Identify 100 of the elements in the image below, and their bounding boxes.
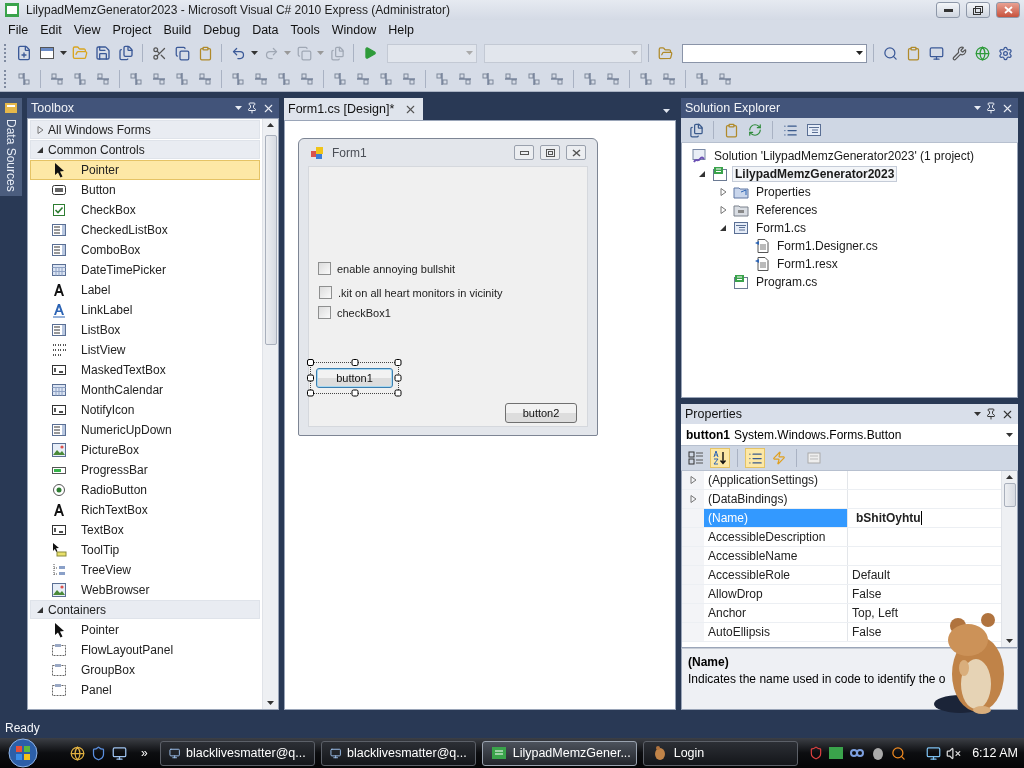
checkbox[interactable] <box>319 286 332 299</box>
taskbar-button[interactable]: blacklivesmatter@q... <box>320 740 476 766</box>
expander-icon[interactable] <box>698 170 706 178</box>
toolbox-item[interactable]: FlowLayoutPanel <box>30 640 260 660</box>
layout-icon <box>401 70 417 87</box>
tree-item[interactable]: LilypadMemzGenerator2023 <box>732 166 898 182</box>
menu-item[interactable]: Build <box>157 20 198 40</box>
form-icon <box>310 144 326 161</box>
menu-item[interactable]: File <box>2 20 35 40</box>
toolbox-group-header[interactable]: Common Controls <box>30 140 260 159</box>
expander-icon[interactable] <box>37 145 44 154</box>
checkbox[interactable] <box>318 306 331 319</box>
tree-item[interactable]: Program.cs <box>753 274 821 290</box>
scroll-thumb[interactable] <box>264 135 277 345</box>
toolbox-item[interactable]: CheckedListBox <box>30 220 260 240</box>
toolbox-item[interactable]: TextBox <box>30 520 260 540</box>
tree-item[interactable]: Properties <box>753 184 814 200</box>
tree-item[interactable]: Form1.resx <box>774 256 841 272</box>
tree-item[interactable]: Form1.Designer.cs <box>774 238 881 254</box>
browser-icon[interactable] <box>70 745 85 761</box>
property-value-field[interactable]: bShitOyhtu <box>852 511 922 525</box>
minimize-button[interactable] <box>936 2 960 18</box>
close-button[interactable] <box>996 2 1020 18</box>
taskbar-button[interactable]: Login <box>642 740 798 766</box>
menu-item[interactable]: Data <box>246 20 285 40</box>
tree-item[interactable]: Form1.cs <box>753 220 809 236</box>
start-orb-button[interactable] <box>6 738 40 768</box>
toolbox-item[interactable]: ListBox <box>30 320 260 340</box>
toolbox-item[interactable]: MaskedTextBox <box>30 360 260 380</box>
search-icon[interactable] <box>891 745 907 761</box>
menu-item[interactable]: Help <box>382 20 420 40</box>
toolbox-item[interactable]: Pointer <box>30 620 260 640</box>
side-tab[interactable]: Data Sources <box>0 98 22 196</box>
layout-icon <box>694 70 710 87</box>
toolbox-item[interactable]: LinkLabel <box>30 300 260 320</box>
toolbox-item[interactable]: NotifyIcon <box>30 400 260 420</box>
desktop-icon[interactable] <box>112 745 127 761</box>
pin-icon[interactable] <box>985 408 997 420</box>
toolbox-item[interactable]: Panel <box>30 680 260 700</box>
toolbox-item[interactable]: ProgressBar <box>30 460 260 480</box>
form-button[interactable]: button1 <box>316 368 393 388</box>
tree-item[interactable]: References <box>753 202 821 218</box>
checkbox[interactable] <box>318 262 331 275</box>
more-button[interactable]: » <box>141 746 148 760</box>
toolbox-group-header[interactable]: Containers <box>30 600 260 619</box>
save-button[interactable] <box>93 43 113 63</box>
scrollbar[interactable] <box>262 119 278 709</box>
toolbox-item[interactable]: GroupBox <box>30 660 260 680</box>
toolbox-item[interactable]: ComboBox <box>30 240 260 260</box>
expander-icon[interactable] <box>719 224 727 232</box>
toolbox-item[interactable]: ToolTip <box>30 540 260 560</box>
document-tab[interactable]: Form1.cs [Design]* <box>284 98 424 120</box>
sort-icon <box>712 450 728 466</box>
toolbox-item[interactable]: DateTimePicker <box>30 260 260 280</box>
layout-icon <box>605 70 621 87</box>
menu-item[interactable]: Edit <box>34 20 68 40</box>
status-text: Ready <box>5 721 40 735</box>
clock[interactable]: 6:12 AM <box>972 746 1018 760</box>
minimize-button[interactable] <box>514 145 534 160</box>
toolbox-item[interactable]: RichTextBox <box>30 500 260 520</box>
pin-icon[interactable] <box>246 102 258 114</box>
toolbox-item[interactable]: CheckBox <box>30 200 260 220</box>
tree-item[interactable]: Solution 'LilypadMemzGenerator2023' (1 project) <box>711 148 978 164</box>
toolbox-group-header[interactable]: All Windows Forms <box>30 120 260 139</box>
scrollbar[interactable] <box>1001 471 1017 647</box>
csharp-file-icon <box>712 166 728 182</box>
form-button[interactable]: button2 <box>505 403 577 423</box>
toolbox-item[interactable]: Pointer <box>30 160 260 180</box>
toolbox-item[interactable]: Label <box>30 280 260 300</box>
pin-icon[interactable] <box>985 102 997 114</box>
toolbox-item[interactable]: NumericUpDown <box>30 420 260 440</box>
menu-item[interactable]: Window <box>325 20 383 40</box>
close-button[interactable] <box>566 145 586 160</box>
properties-toolbar-button[interactable] <box>745 448 765 468</box>
network-icon[interactable] <box>926 745 942 761</box>
expander-icon[interactable] <box>37 605 44 614</box>
menu-item[interactable]: View <box>67 20 107 40</box>
maximize-button[interactable] <box>966 2 990 18</box>
taskbar-button[interactable]: LilypadMemzGener... <box>481 740 637 766</box>
maximize-button[interactable] <box>540 145 560 160</box>
code-file-icon <box>754 256 770 272</box>
properties-toolbar-button[interactable] <box>710 448 730 468</box>
toolbox-item[interactable]: MonthCalendar <box>30 380 260 400</box>
window-icon <box>39 45 55 61</box>
menu-item[interactable]: Debug <box>197 20 247 40</box>
toolbox-item[interactable]: RadioButton <box>30 480 260 500</box>
shield-icon[interactable] <box>91 745 106 761</box>
menu-item[interactable]: Project <box>106 20 158 40</box>
toolbar-dropdown[interactable] <box>682 43 867 63</box>
toolbox-item[interactable]: WebBrowser <box>30 580 260 600</box>
shield-icon[interactable] <box>809 746 824 760</box>
volume-muted-icon[interactable] <box>946 745 962 761</box>
menu-item[interactable]: Tools <box>284 20 326 40</box>
save-all-button[interactable] <box>116 43 136 63</box>
toolbox-item[interactable]: Button <box>30 180 260 200</box>
toolbox-item[interactable]: ListView <box>30 340 260 360</box>
toolbox-item[interactable]: PictureBox <box>30 440 260 460</box>
scroll-thumb[interactable] <box>1003 483 1016 507</box>
toolbox-item[interactable]: TreeView <box>30 560 260 580</box>
taskbar-button[interactable]: blacklivesmatter@q... <box>159 740 315 766</box>
